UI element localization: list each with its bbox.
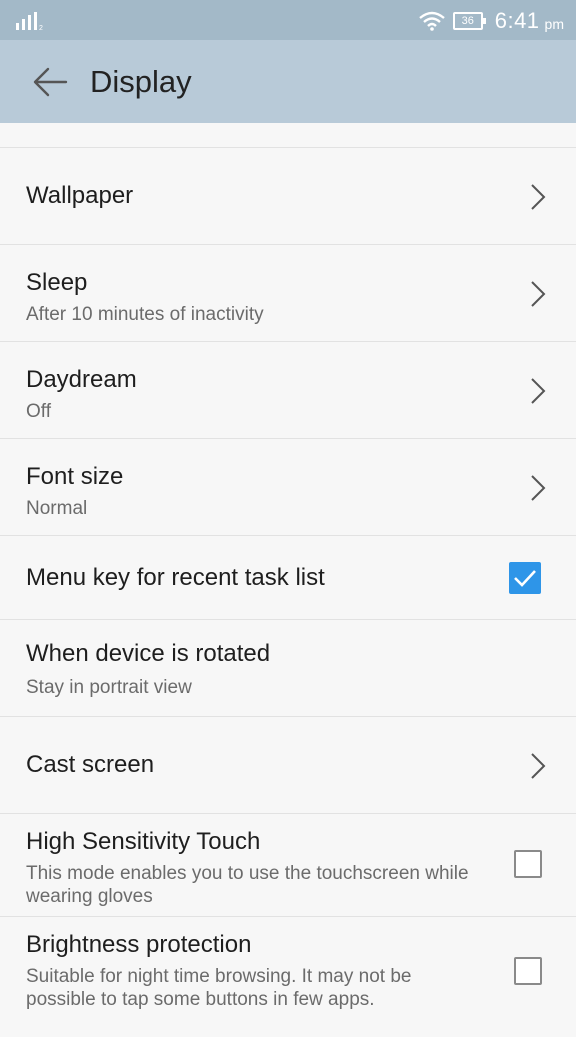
high-sensitivity-description: This mode enables you to use the touchsc… <box>26 863 469 907</box>
brightness-protection-description: Suitable for night time browsing. It may… <box>26 966 412 1010</box>
cast-screen-label: Cast screen <box>26 751 155 778</box>
high-sensitivity-row[interactable]: High Sensitivity Touch This mode enables… <box>0 814 576 917</box>
daydream-row[interactable]: Daydream Off <box>0 342 576 439</box>
rotation-value: Stay in portrait view <box>26 677 192 698</box>
page-title: Display <box>90 64 192 99</box>
font-size-value: Normal <box>26 498 88 519</box>
sleep-value: After 10 minutes of inactivity <box>26 304 264 325</box>
wallpaper-label: Wallpaper <box>26 182 134 209</box>
high-sensitivity-label: High Sensitivity Touch <box>26 828 261 855</box>
app-bar: Display <box>0 40 576 123</box>
settings-list: Wallpaper Sleep After 10 minutes of inac… <box>0 123 576 1037</box>
chevron-right-icon <box>531 753 546 779</box>
rotation-row[interactable]: When device is rotated Stay in portrait … <box>0 620 576 717</box>
clock: 6:41 <box>494 8 540 33</box>
daydream-value: Off <box>26 401 51 422</box>
daydream-label: Daydream <box>26 366 137 393</box>
cast-screen-row[interactable]: Cast screen <box>0 717 576 814</box>
clock-ampm: pm <box>544 16 564 32</box>
brightness-protection-row[interactable]: Brightness protection Suitable for night… <box>0 917 576 1037</box>
sleep-row[interactable]: Sleep After 10 minutes of inactivity <box>0 245 576 342</box>
chevron-right-icon <box>531 184 546 210</box>
font-size-label: Font size <box>26 463 124 490</box>
chevron-right-icon <box>531 475 546 501</box>
checkmark-icon <box>514 570 536 587</box>
brightness-protection-label: Brightness protection <box>26 931 252 958</box>
battery-level: 36 <box>461 15 474 27</box>
wallpaper-row[interactable]: Wallpaper <box>0 148 576 245</box>
menu-key-label: Menu key for recent task list <box>26 564 325 591</box>
brightness-protection-checkbox[interactable] <box>514 957 542 985</box>
chevron-right-icon <box>531 378 546 404</box>
chevron-right-icon <box>531 281 546 307</box>
wifi-icon <box>418 11 445 31</box>
battery-icon: 36 <box>452 12 486 30</box>
rotation-label: When device is rotated <box>26 640 271 667</box>
back-arrow-icon[interactable] <box>30 62 70 102</box>
menu-key-row[interactable]: Menu key for recent task list <box>0 536 576 620</box>
high-sensitivity-checkbox[interactable] <box>514 850 542 878</box>
font-size-row[interactable]: Font size Normal <box>0 439 576 536</box>
signal-icon: 2 <box>16 12 43 30</box>
sleep-label: Sleep <box>26 269 88 296</box>
status-bar: 2 36 6:41 pm <box>0 0 576 40</box>
list-top-divider <box>0 123 576 148</box>
menu-key-checkbox[interactable] <box>509 562 541 594</box>
svg-text:2: 2 <box>39 25 43 30</box>
